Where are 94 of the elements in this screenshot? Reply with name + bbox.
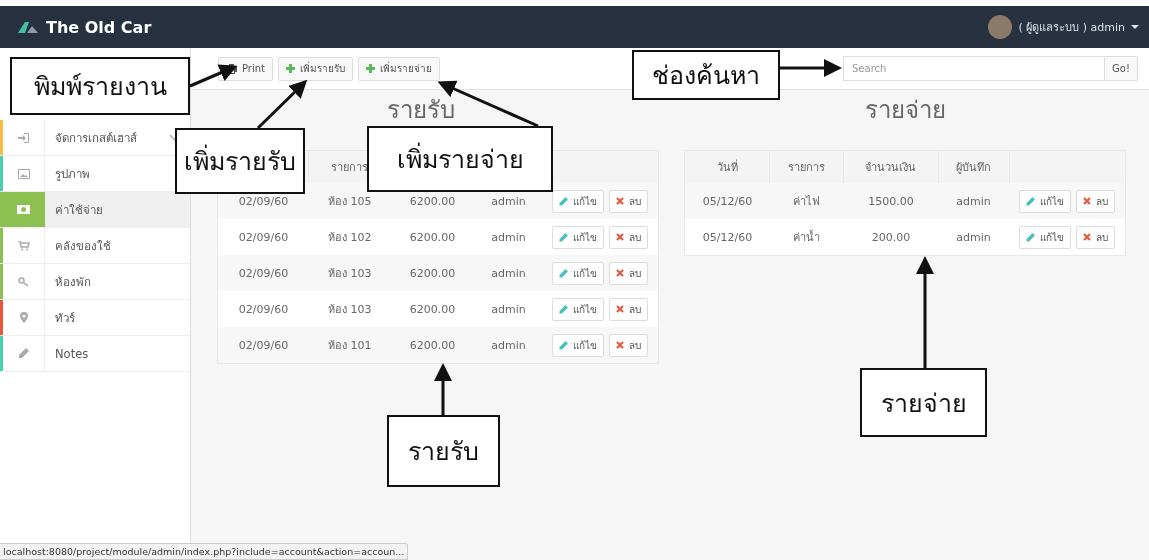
table-cell: ค่าน้ำ (769, 219, 844, 256)
table-cell: 02/09/60 (217, 255, 309, 291)
sidebar-item[interactable]: คลังของใช้ (0, 228, 190, 264)
delete-button[interactable]: ลบ (609, 333, 648, 357)
close-icon (616, 341, 624, 349)
table-cell: admin (938, 183, 1009, 219)
pencil-icon (559, 340, 568, 350)
delete-button[interactable]: ลบ (1076, 225, 1115, 249)
column-header: รายการ (769, 150, 844, 183)
sidebar-item[interactable]: Notes (0, 336, 190, 372)
table-cell: ห้อง 103 (309, 255, 391, 291)
pencil-icon (559, 304, 568, 314)
avatar-icon[interactable] (988, 15, 1013, 39)
pencil-icon (559, 232, 568, 242)
table-cell: 6200.00 (390, 255, 475, 291)
table-cell: 200.00 (843, 219, 939, 256)
close-icon (1083, 197, 1091, 205)
annotation-tooltip: รายจ่าย (860, 368, 987, 437)
delete-button[interactable]: ลบ (609, 261, 648, 285)
column-header: จำนวนเงิน (843, 150, 939, 183)
close-icon (616, 233, 624, 241)
arrow (434, 363, 452, 415)
plus-icon (286, 64, 295, 73)
table-cell: 1500.00 (843, 183, 939, 219)
table-cell: ค่าไฟ (769, 183, 844, 219)
money-icon (17, 205, 30, 214)
pin-icon (19, 312, 28, 323)
annotation-tooltip: พิมพ์รายงาน (10, 57, 190, 115)
edit-button[interactable]: แก้ไข (552, 189, 604, 213)
table-cell: ห้อง 103 (309, 291, 391, 327)
arrow (256, 79, 308, 130)
close-icon (1083, 233, 1091, 241)
plus-icon (366, 64, 375, 73)
edit-button[interactable]: แก้ไข (552, 225, 604, 249)
section-title: รายจ่าย (864, 96, 946, 126)
table-cell: 05/12/60 (684, 219, 770, 256)
toolbar-button[interactable]: เพิ่มรายรับ (278, 56, 353, 81)
sidebar-item[interactable]: ค่าใช้จ่าย (0, 192, 190, 228)
table-cell: admin (474, 291, 542, 327)
table-cell: 6200.00 (390, 327, 475, 364)
table-cell: 02/09/60 (217, 291, 309, 327)
key-icon (17, 276, 30, 287)
sidebar-item[interactable]: ทัวร์ (0, 300, 190, 336)
pencil-icon (559, 196, 568, 206)
edit-button[interactable]: แก้ไข (1019, 189, 1071, 213)
sidebar-item[interactable]: ห้องพัก (0, 264, 190, 300)
table-cell: admin (474, 219, 542, 255)
status-url: localhost:8080/project/module/admin/index.php?include=account&action=accoun... (3, 546, 405, 557)
annotation-tooltip: รายรับ (387, 415, 500, 487)
table-cell: admin (474, 255, 542, 291)
table-cell: 05/12/60 (684, 183, 770, 219)
table-cell: admin (938, 219, 1009, 256)
brand-title[interactable]: The Old Car (46, 17, 152, 37)
table-cell: admin (474, 327, 542, 364)
table-cell: 6200.00 (390, 219, 475, 255)
pencil-icon (559, 268, 568, 278)
arrow (780, 59, 842, 77)
go-button[interactable]: Go! (1105, 56, 1138, 81)
cart-icon (17, 240, 30, 251)
edit-button[interactable]: แก้ไข (552, 297, 604, 321)
arrow (189, 64, 238, 88)
signin-icon (18, 132, 29, 143)
caret-icon[interactable] (1131, 25, 1139, 29)
close-icon (616, 305, 624, 313)
delete-button[interactable]: ลบ (609, 225, 648, 249)
logo-icon (18, 21, 38, 33)
close-icon (616, 269, 624, 277)
column-header: วันที่ (684, 150, 770, 183)
column-header: ผู้บันทึก (938, 150, 1009, 183)
table-cell: ห้อง 101 (309, 327, 391, 364)
close-icon (616, 197, 624, 205)
edit-button[interactable]: แก้ไข (1019, 225, 1071, 249)
edit-button[interactable]: แก้ไข (552, 333, 604, 357)
table-cell: 02/09/60 (217, 327, 309, 364)
print-icon (226, 63, 237, 74)
table-cell: ห้อง 102 (309, 219, 391, 255)
annotation-tooltip: เพิ่มรายจ่าย (367, 126, 553, 192)
search-field[interactable]: Search (843, 56, 1106, 81)
pencil-icon (1026, 232, 1035, 242)
toolbar-button[interactable]: เพิ่มรายจ่าย (358, 56, 440, 81)
table-cell: 6200.00 (390, 291, 475, 327)
table-cell: 02/09/60 (217, 219, 309, 255)
edit-button[interactable]: แก้ไข (552, 261, 604, 285)
delete-button[interactable]: ลบ (609, 189, 648, 213)
delete-button[interactable]: ลบ (609, 297, 648, 321)
annotation-tooltip: เพิ่มรายรับ (175, 128, 305, 194)
pencil-icon (1026, 196, 1035, 206)
section-title: รายรับ (387, 96, 455, 126)
table-cell: ห้อง 105 (309, 183, 391, 219)
image-icon (17, 168, 30, 179)
annotation-tooltip: ช่องค้นหา (632, 50, 780, 100)
user-menu[interactable]: ( ผู้ดูแลระบบ ) admin (1018, 18, 1125, 36)
pencil-icon (18, 348, 29, 359)
delete-button[interactable]: ลบ (1076, 189, 1115, 213)
